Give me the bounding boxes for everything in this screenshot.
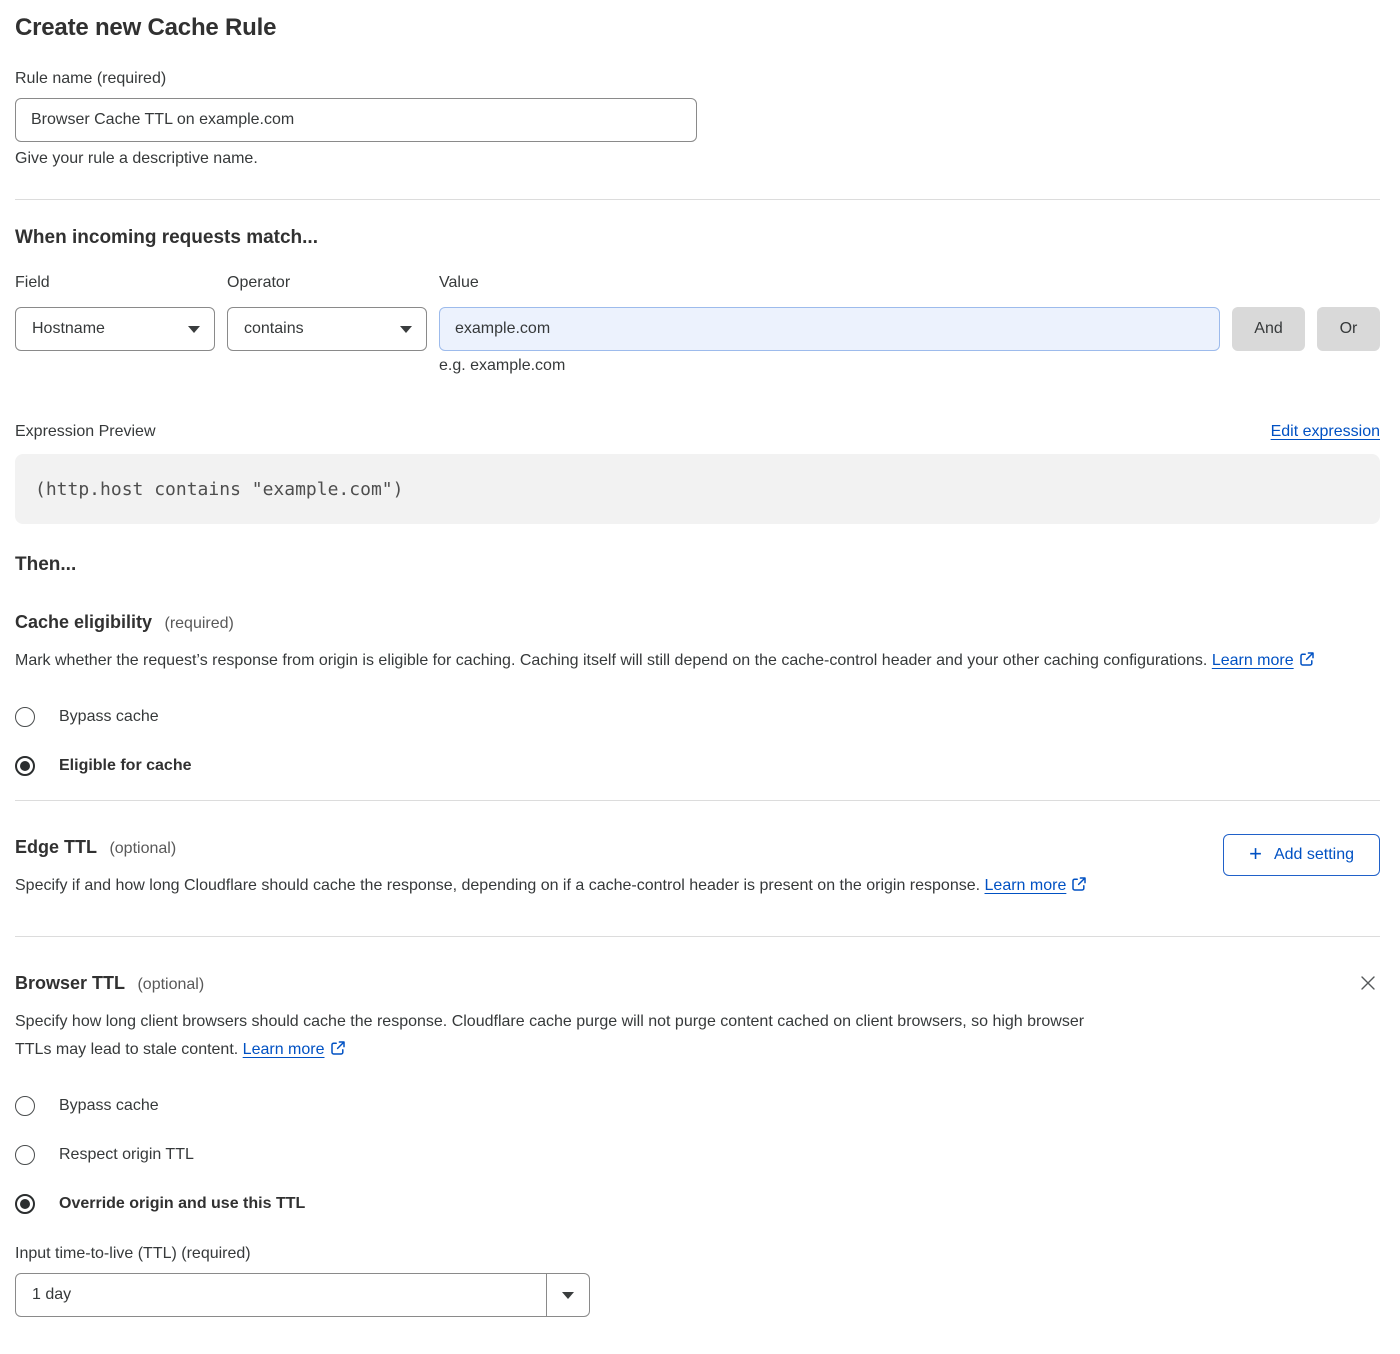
ttl-select-arrow[interactable] (546, 1274, 589, 1316)
and-button[interactable]: And (1232, 307, 1305, 351)
browser-ttl-description-text: Specify how long client browsers should … (15, 1013, 1084, 1058)
rule-name-group: Rule name (required) Give your rule a de… (15, 70, 1380, 168)
radio-icon (15, 1194, 35, 1214)
expression-code: (http.host contains "example.com") (35, 479, 403, 500)
radio-icon (15, 1145, 35, 1165)
then-heading: Then... (15, 554, 1380, 576)
radio-browser-bypass-cache[interactable]: Bypass cache (15, 1096, 1380, 1116)
radio-label: Bypass cache (59, 1097, 159, 1115)
field-select[interactable]: Hostname (15, 307, 215, 351)
remove-browser-ttl-button[interactable] (1356, 971, 1380, 998)
plus-icon: + (1249, 843, 1262, 865)
rule-name-helper: Give your rule a descriptive name. (15, 150, 1380, 168)
radio-eligible-for-cache[interactable]: Eligible for cache (15, 756, 1380, 776)
add-setting-button[interactable]: + Add setting (1223, 834, 1380, 876)
radio-icon (15, 1096, 35, 1116)
external-link-icon (330, 1038, 346, 1066)
cache-eligibility-section: Cache eligibility (required) Mark whethe… (15, 612, 1380, 776)
browser-ttl-radio-group: Bypass cache Respect origin TTL Override… (15, 1096, 1380, 1214)
divider (15, 199, 1380, 200)
cache-eligibility-radio-group: Bypass cache Eligible for cache (15, 707, 1380, 776)
optional-badge: (optional) (137, 976, 204, 993)
close-icon (1358, 973, 1378, 993)
external-link-icon (1299, 649, 1315, 677)
browser-ttl-title: Browser TTL (15, 973, 125, 993)
radio-label: Respect origin TTL (59, 1146, 194, 1164)
radio-label: Override origin and use this TTL (59, 1195, 305, 1213)
browser-ttl-section: Browser TTL (optional) Specify how long … (15, 937, 1380, 1317)
ttl-select[interactable]: 1 day (15, 1273, 590, 1317)
cache-eligibility-description: Mark whether the request’s response from… (15, 647, 1360, 677)
chevron-down-icon (400, 326, 412, 333)
expression-preview-label: Expression Preview (15, 423, 156, 441)
cache-eligibility-description-text: Mark whether the request’s response from… (15, 652, 1207, 669)
radio-bypass-cache[interactable]: Bypass cache (15, 707, 1380, 727)
edge-ttl-section: Edge TTL (optional) Specify if and how l… (15, 801, 1380, 902)
ttl-input-group: Input time-to-live (TTL) (required) 1 da… (15, 1245, 1380, 1317)
external-link-icon (1071, 874, 1087, 902)
radio-label: Eligible for cache (59, 757, 191, 775)
radio-icon (15, 707, 35, 727)
rule-name-label: Rule name (required) (15, 70, 1380, 88)
edge-ttl-description: Specify if and how long Cloudflare shoul… (15, 872, 1115, 902)
match-condition-row: Field Operator Value Hostname contains A… (15, 274, 1380, 375)
rule-name-input[interactable] (15, 98, 697, 142)
chevron-down-icon (562, 1292, 574, 1299)
field-label: Field (15, 274, 215, 292)
value-input[interactable] (439, 307, 1220, 351)
cache-eligibility-learn-more-link[interactable]: Learn more (1212, 652, 1294, 669)
match-heading: When incoming requests match... (15, 227, 1380, 249)
chevron-down-icon (188, 326, 200, 333)
browser-ttl-description: Specify how long client browsers should … (15, 1008, 1105, 1066)
add-setting-label: Add setting (1274, 846, 1354, 864)
edge-ttl-learn-more-link[interactable]: Learn more (985, 877, 1067, 894)
expression-code-block: (http.host contains "example.com") (15, 454, 1380, 524)
cache-eligibility-title: Cache eligibility (15, 612, 152, 632)
ttl-label: Input time-to-live (TTL) (required) (15, 1245, 1380, 1263)
ttl-select-value: 1 day (16, 1274, 546, 1316)
required-badge: (required) (165, 615, 234, 632)
operator-select[interactable]: contains (227, 307, 427, 351)
value-label: Value (439, 274, 1380, 292)
radio-override-origin-ttl[interactable]: Override origin and use this TTL (15, 1194, 1380, 1214)
radio-respect-origin-ttl[interactable]: Respect origin TTL (15, 1145, 1380, 1165)
edge-ttl-title: Edge TTL (15, 837, 97, 857)
create-cache-rule-form: Create new Cache Rule Rule name (require… (0, 0, 1400, 1337)
operator-select-value: contains (244, 320, 304, 338)
field-select-value: Hostname (32, 320, 105, 338)
radio-icon (15, 756, 35, 776)
expression-preview-row: Expression Preview Edit expression (15, 423, 1380, 441)
value-helper: e.g. example.com (439, 357, 1220, 375)
browser-ttl-learn-more-link[interactable]: Learn more (243, 1041, 325, 1058)
radio-label: Bypass cache (59, 708, 159, 726)
optional-badge: (optional) (109, 840, 176, 857)
or-button[interactable]: Or (1317, 307, 1380, 351)
edit-expression-link[interactable]: Edit expression (1271, 423, 1380, 441)
page-title: Create new Cache Rule (15, 14, 1380, 42)
operator-label: Operator (227, 274, 427, 292)
edge-ttl-description-text: Specify if and how long Cloudflare shoul… (15, 877, 980, 894)
